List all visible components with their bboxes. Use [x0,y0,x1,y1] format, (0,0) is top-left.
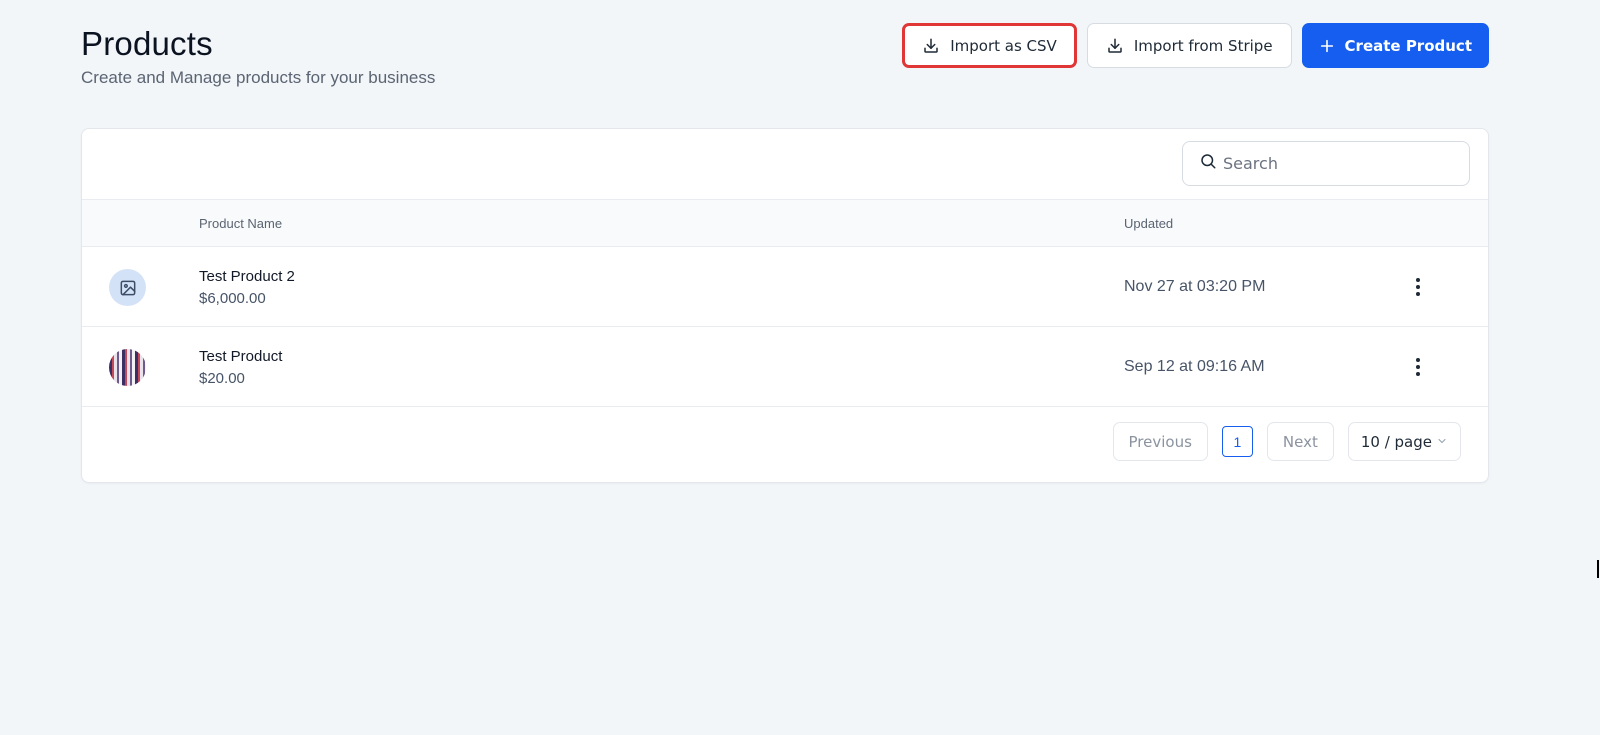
search-icon [1199,152,1217,175]
import-stripe-label: Import from Stripe [1133,36,1273,55]
product-price: $20.00 [199,370,245,387]
download-icon [922,37,940,55]
create-product-label: Create Product [1344,36,1472,55]
image-placeholder-icon [109,269,146,306]
text-cursor [1597,560,1599,578]
column-header-name: Product Name [199,216,283,231]
page-size-select[interactable]: 10 / page [1347,422,1461,461]
product-price: $6,000.00 [199,290,266,307]
previous-page-button[interactable]: Previous [1112,422,1208,461]
chevron-down-icon [1436,433,1448,451]
next-page-button[interactable]: Next [1266,422,1334,461]
more-vertical-icon[interactable] [1406,355,1430,379]
product-updated: Nov 27 at 03:20 PM [1124,278,1266,295]
current-page-number[interactable]: 1 [1221,426,1253,457]
pagination: Previous 1 Next 10 / page [1112,422,1461,461]
search-input[interactable] [1223,154,1453,173]
card-toolbar [82,129,1488,200]
import-csv-button[interactable]: Import as CSV [902,23,1077,68]
product-image [109,349,146,386]
page-subtitle: Create and Manage products for your busi… [81,68,436,87]
header-actions: Import as CSV Import from Stripe Create … [902,23,1489,68]
page-header: Products Create and Manage products for … [81,22,435,88]
table-row[interactable]: Test Product $20.00 Sep 12 at 09:16 AM [82,327,1488,407]
products-card: Product Name Updated Test Product 2 $6,0… [81,128,1489,483]
download-icon [1106,37,1124,55]
import-stripe-button[interactable]: Import from Stripe [1086,23,1292,68]
page-size-value: 10 / page [1360,432,1432,451]
import-csv-label: Import as CSV [950,36,1057,55]
table-header: Product Name Updated [82,200,1488,247]
more-vertical-icon[interactable] [1406,275,1430,299]
search-box[interactable] [1182,141,1470,186]
page-title: Products [81,25,213,62]
product-name: Test Product [199,348,283,365]
column-header-updated: Updated [1124,216,1174,231]
create-product-button[interactable]: Create Product [1301,23,1489,68]
table-row[interactable]: Test Product 2 $6,000.00 Nov 27 at 03:20… [82,247,1488,327]
product-name: Test Product 2 [199,268,295,285]
product-updated: Sep 12 at 09:16 AM [1124,358,1265,375]
plus-icon [1319,38,1335,54]
